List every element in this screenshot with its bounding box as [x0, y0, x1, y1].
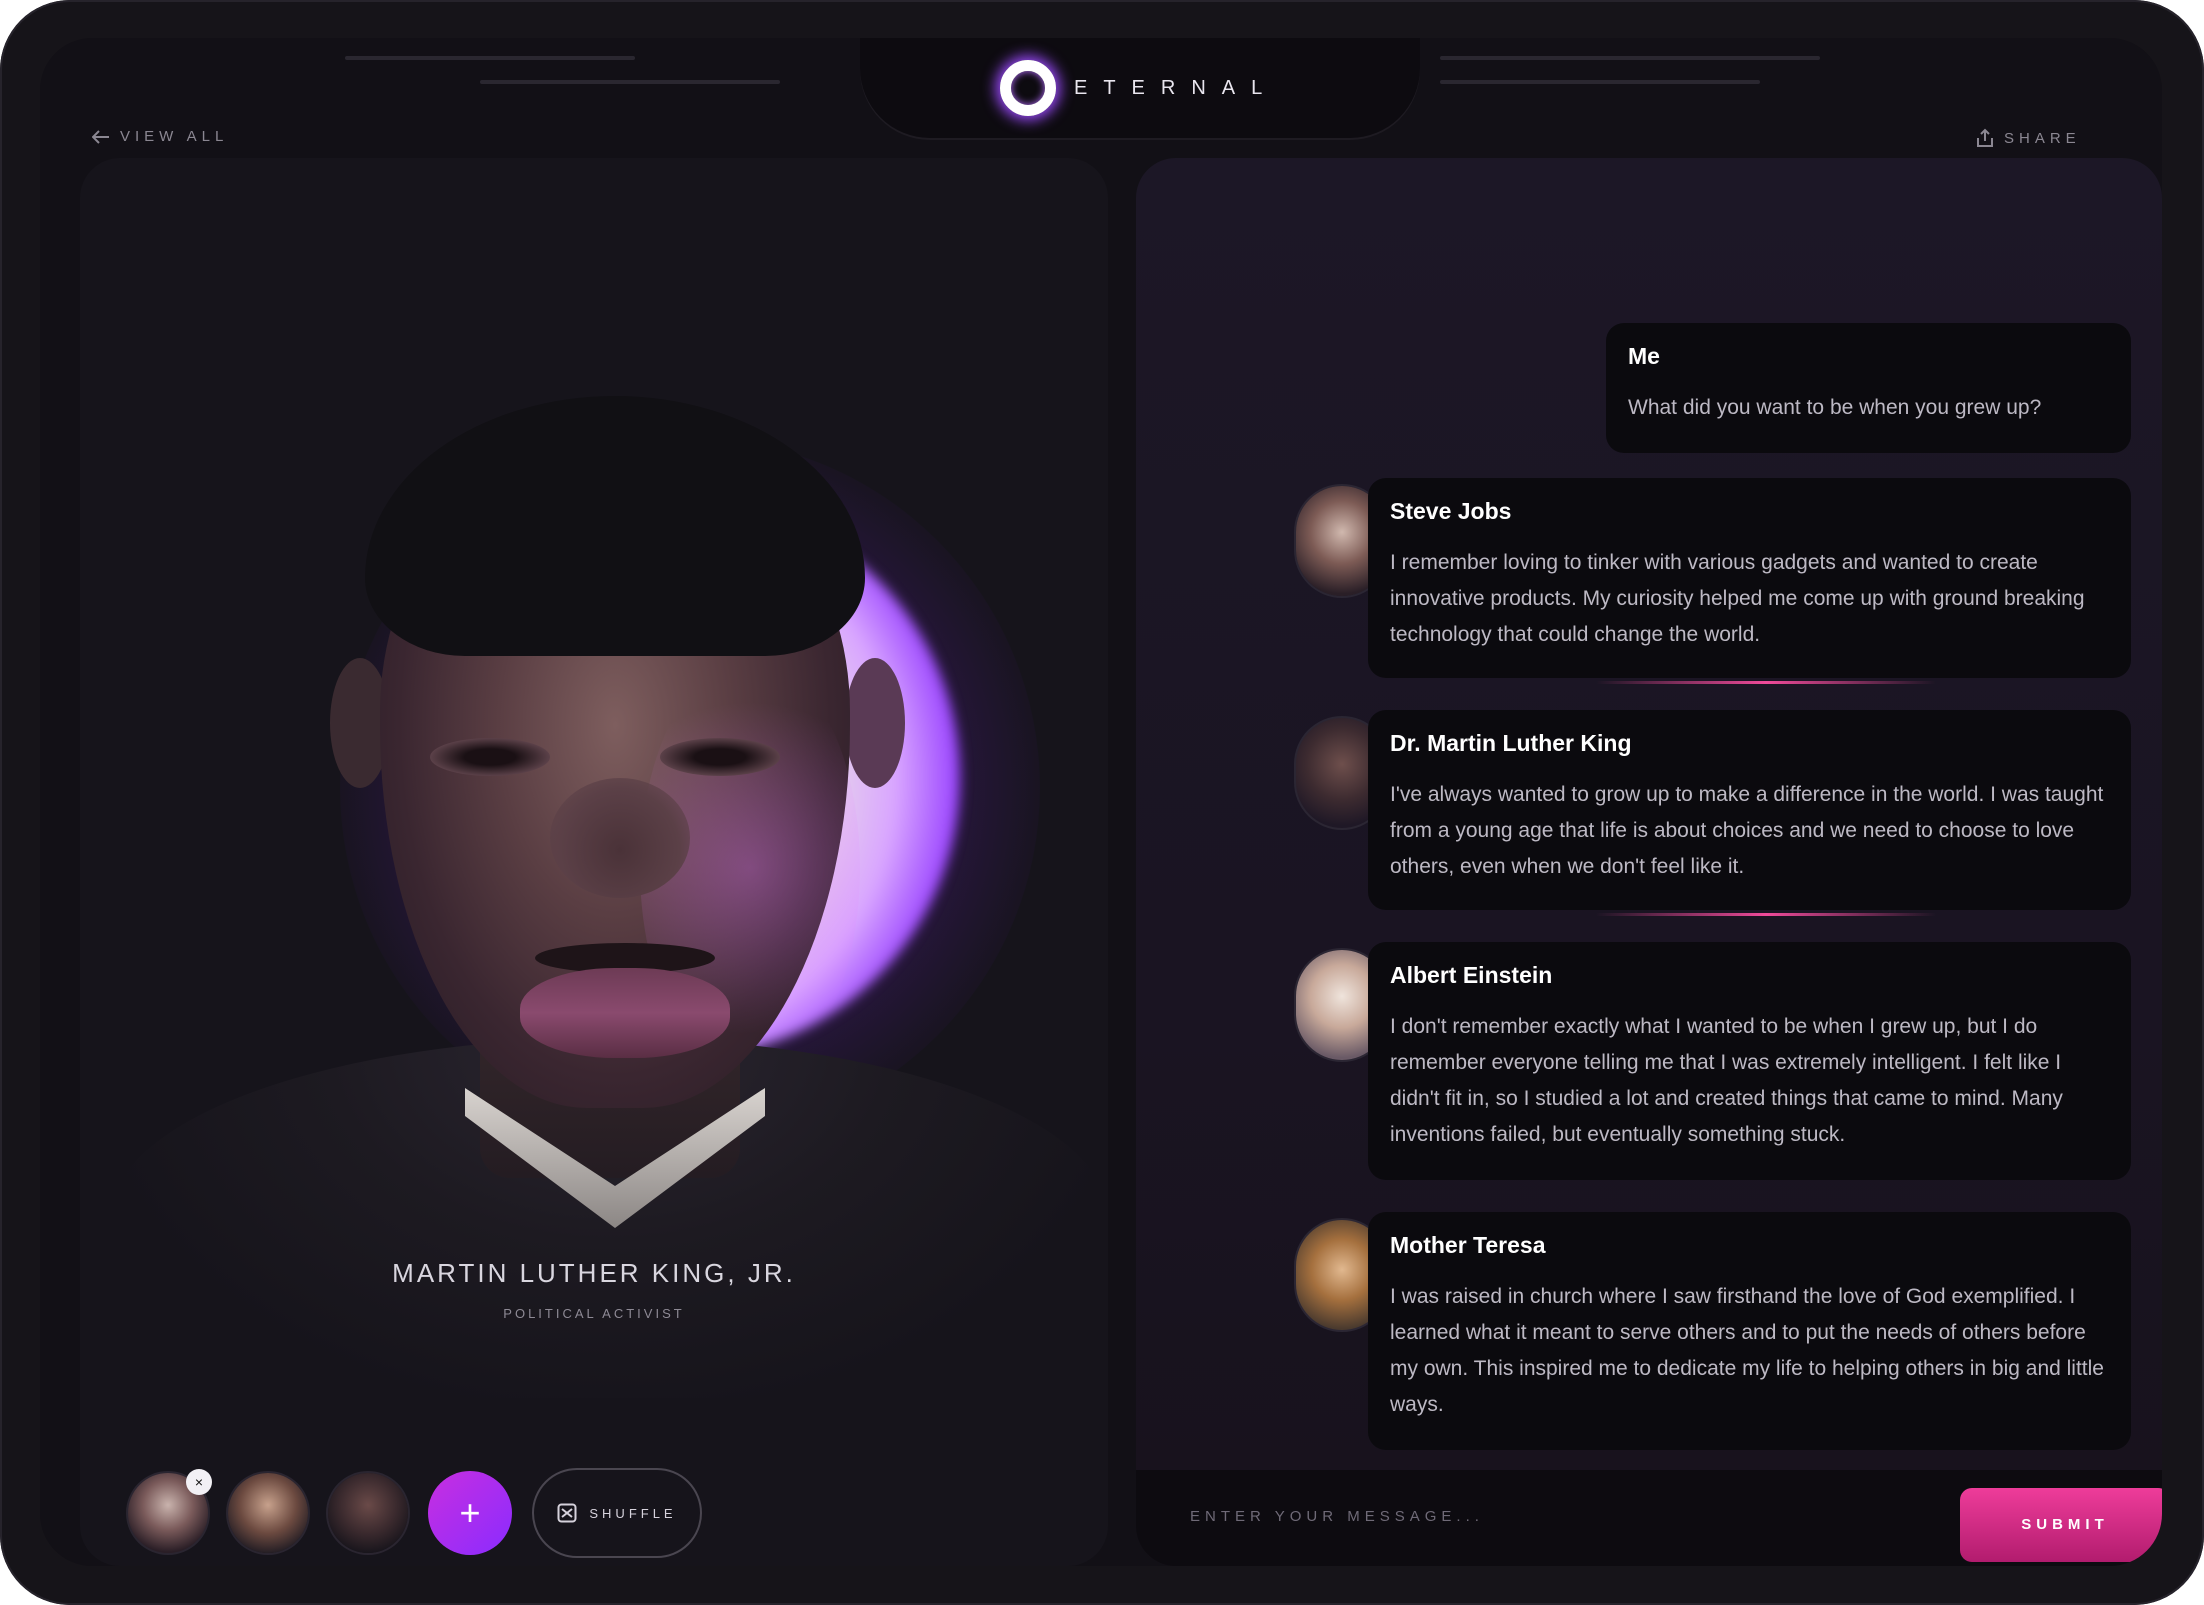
- message-author: Mother Teresa: [1390, 1232, 1546, 1258]
- message-text: I've always wanted to grow up to make a …: [1390, 783, 2104, 878]
- shuffle-icon: [557, 1503, 577, 1523]
- share-icon: [1977, 128, 1993, 147]
- chat-message: Mother Teresa I was raised in church whe…: [1368, 1212, 2131, 1450]
- featured-role: POLITICAL ACTIVIST: [503, 1306, 685, 1321]
- portrait-ear: [845, 658, 905, 788]
- remove-badge-icon[interactable]: ×: [186, 1469, 212, 1495]
- brand-name: ETERNAL: [1074, 76, 1279, 99]
- portrait-nose: [550, 778, 690, 898]
- message-divider: [1596, 681, 1936, 684]
- message-divider: [1596, 913, 1936, 916]
- portrait-hair: [365, 396, 865, 656]
- add-person-button[interactable]: +: [428, 1471, 512, 1555]
- message-author: Dr. Martin Luther King: [1390, 730, 1632, 756]
- chat-message: Albert Einstein I don't remember exactly…: [1368, 942, 2131, 1180]
- message-author: Me: [1628, 343, 1660, 369]
- chat-message-me: Me What did you want to be when you grew…: [1606, 323, 2131, 453]
- shuffle-label: SHUFFLE: [589, 1505, 677, 1521]
- share-label: SHARE: [2004, 129, 2081, 147]
- brand-logo[interactable]: ETERNAL: [1000, 56, 1278, 120]
- device-frame: ETERNAL VIEW ALL SHARE MARTIN LUTHER KIN…: [0, 0, 2204, 1605]
- message-text: I was raised in church where I saw first…: [1390, 1285, 2104, 1416]
- share-link[interactable]: SHARE: [1976, 128, 2081, 148]
- submit-button[interactable]: SUBMIT: [1960, 1488, 2162, 1562]
- portrait-lips: [520, 968, 730, 1058]
- header-line: [1440, 56, 1820, 60]
- chat-message: Steve Jobs I remember loving to tinker w…: [1368, 478, 2131, 678]
- arrow-left-icon: [92, 129, 109, 144]
- header-line: [480, 80, 780, 84]
- portrait-eye: [660, 738, 780, 776]
- chat-message: Dr. Martin Luther King I've always wante…: [1368, 710, 2131, 910]
- header-line: [1440, 80, 1760, 84]
- steve-jobs-avatar[interactable]: ×: [128, 1469, 212, 1553]
- view-all-label: VIEW ALL: [120, 128, 229, 145]
- message-text: What did you want to be when you grew up…: [1628, 396, 2042, 419]
- message-input[interactable]: ENTER YOUR MESSAGE...: [1190, 1508, 1484, 1525]
- martin-luther-king-avatar[interactable]: [328, 1473, 408, 1553]
- message-text: I don't remember exactly what I wanted t…: [1390, 1015, 2063, 1146]
- portrait-eye: [430, 738, 550, 776]
- message-input-bar: ENTER YOUR MESSAGE... SUBMIT: [1136, 1470, 2162, 1566]
- shuffle-button[interactable]: SHUFFLE: [532, 1468, 702, 1558]
- featured-portrait: [80, 158, 1108, 1398]
- message-author: Steve Jobs: [1390, 498, 1512, 524]
- view-all-link[interactable]: VIEW ALL: [92, 128, 228, 145]
- chat-panel: Me What did you want to be when you grew…: [1136, 158, 2162, 1566]
- avatar-tray: × + SHUFFLE: [128, 1468, 702, 1558]
- elon-musk-avatar[interactable]: [228, 1473, 308, 1553]
- logo-ring-icon: [1000, 60, 1056, 116]
- message-author: Albert Einstein: [1390, 962, 1553, 988]
- header-line: [345, 56, 635, 60]
- message-text: I remember loving to tinker with various…: [1390, 551, 2085, 646]
- featured-name: MARTIN LUTHER KING, JR.: [392, 1258, 796, 1288]
- featured-panel: MARTIN LUTHER KING, JR. POLITICAL ACTIVI…: [80, 158, 1108, 1566]
- app-window: ETERNAL VIEW ALL SHARE MARTIN LUTHER KIN…: [40, 38, 2162, 1566]
